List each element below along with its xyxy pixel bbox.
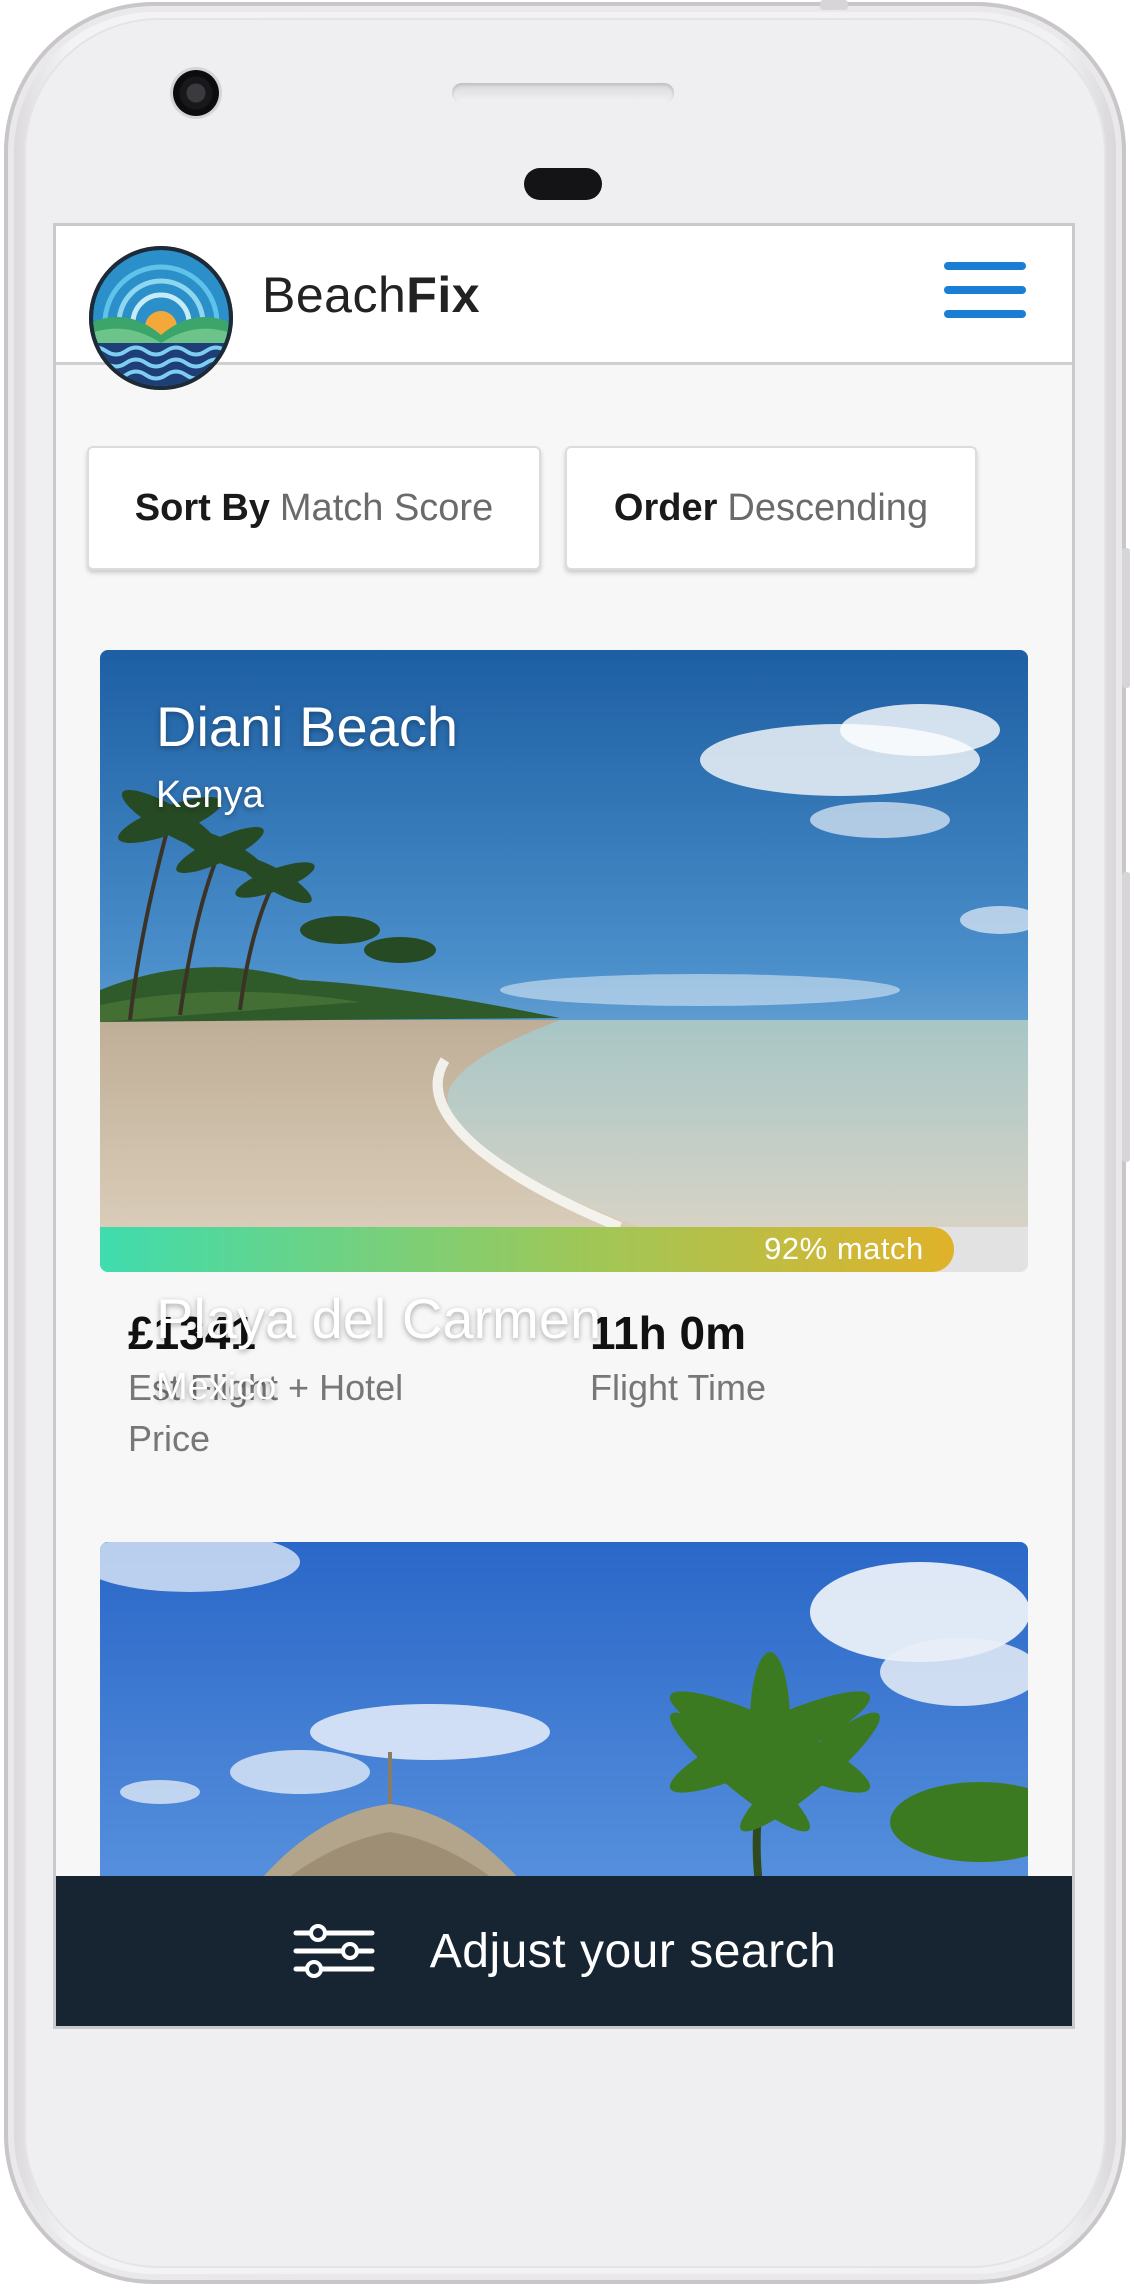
brand-name-bold: Fix bbox=[406, 267, 481, 323]
order-button[interactable]: Order Descending bbox=[565, 446, 977, 570]
result-title: Diani Beach bbox=[156, 695, 458, 758]
proximity-sensor bbox=[524, 168, 602, 200]
app-screen: BeachFix Sort By Match Score Order Desce… bbox=[56, 226, 1072, 2026]
match-score-bar: 92% match bbox=[100, 1227, 1028, 1272]
phone-volume-button bbox=[1122, 872, 1130, 1162]
flight-time-value: 11h 0m bbox=[590, 1307, 746, 1359]
menu-line bbox=[944, 286, 1026, 294]
adjust-search-label: Adjust your search bbox=[429, 1924, 837, 1978]
result-country: Mexico bbox=[156, 1366, 277, 1408]
app-header: BeachFix bbox=[56, 226, 1072, 390]
sort-by-label: Sort By bbox=[134, 486, 270, 529]
brand-name: BeachFix bbox=[262, 266, 480, 324]
result-country: Kenya bbox=[156, 774, 264, 816]
phone-side-button bbox=[1122, 548, 1130, 688]
sort-by-button[interactable]: Sort By Match Score bbox=[87, 446, 541, 570]
menu-line bbox=[944, 310, 1026, 318]
match-score-label: 92% match bbox=[764, 1231, 924, 1266]
sort-by-value: Match Score bbox=[279, 486, 494, 529]
earpiece-speaker bbox=[452, 83, 674, 103]
brand-name-light: Beach bbox=[262, 267, 407, 323]
beachfix-logo-icon[interactable] bbox=[86, 243, 236, 393]
order-label: Order bbox=[613, 486, 718, 529]
phone-top-button bbox=[820, 0, 848, 10]
front-camera-icon bbox=[173, 70, 219, 116]
menu-line bbox=[944, 262, 1026, 270]
match-score-fill: 92% match bbox=[100, 1227, 954, 1272]
adjust-search-button[interactable]: Adjust your search bbox=[56, 1876, 1072, 2026]
hamburger-menu-icon[interactable] bbox=[944, 262, 1026, 330]
result-title: Playa del Carmen bbox=[156, 1287, 602, 1350]
flight-time-label: Flight Time bbox=[590, 1367, 767, 1408]
sliders-icon bbox=[293, 1924, 375, 1978]
order-value: Descending bbox=[727, 486, 929, 529]
